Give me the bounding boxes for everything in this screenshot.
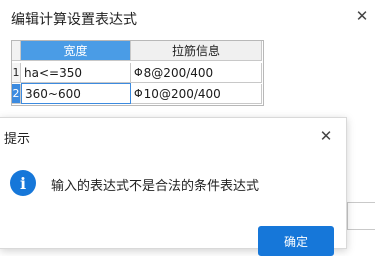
rebar-cell[interactable]: Φ 8@200/400 [131,63,262,83]
rebar-value: 8@200/400 [143,65,214,80]
rebar-cell[interactable]: Φ 10@200/400 [131,84,262,104]
table-row[interactable]: 2 360~600 Φ 10@200/400 [12,83,262,104]
dialog-title: 编辑计算设置表达式 [11,12,137,28]
table-row[interactable]: 1 ha<=350 Φ 8@200/400 [12,63,262,83]
close-icon[interactable]: ✕ [354,7,370,25]
column-header-width[interactable]: 宽度 [21,41,131,61]
width-cell-editing[interactable]: 360~600 [21,83,131,104]
grid-corner [12,41,21,61]
rebar-grade-symbol: Φ [134,87,143,100]
row-number[interactable]: 2 [12,84,21,104]
background-input [347,202,375,230]
close-icon[interactable]: ✕ [318,127,334,145]
alert-title: 提示 [4,132,31,147]
info-icon: i [10,170,36,196]
column-header-rebar[interactable]: 拉筋信息 [131,41,262,61]
ok-button[interactable]: 确定 [258,226,334,256]
row-number[interactable]: 1 [12,63,21,83]
expression-grid: 宽度 拉筋信息 1 ha<=350 Φ 8@200/400 2 360~600 Φ… [11,40,264,106]
alert-dialog: 提示 ✕ i 输入的表达式不是合法的条件表达式 确定 [0,117,347,256]
rebar-grade-symbol: Φ [134,66,143,79]
alert-message: 输入的表达式不是合法的条件表达式 [51,179,260,194]
grid-header-row: 宽度 拉筋信息 [12,41,262,61]
width-cell[interactable]: ha<=350 [21,63,131,83]
rebar-value: 10@200/400 [143,86,221,101]
